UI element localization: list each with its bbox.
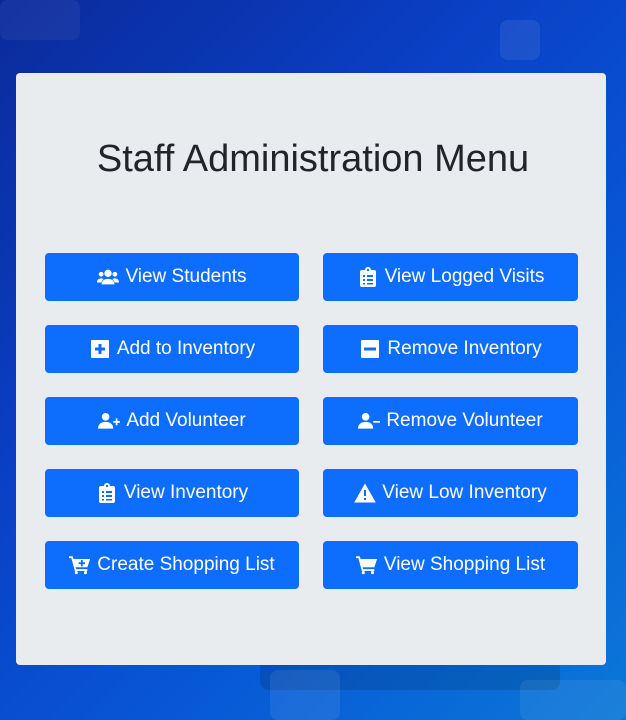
view-inventory-label: View Inventory <box>123 482 249 503</box>
view-logged-visits-button[interactable]: View Logged Visits <box>323 253 578 301</box>
background-tile <box>0 0 80 40</box>
remove-inventory-button[interactable]: Remove Inventory <box>323 325 578 373</box>
view-students-label: View Students <box>125 266 247 287</box>
view-low-inventory-button[interactable]: View Low Inventory <box>323 469 578 517</box>
minus-square-icon <box>359 339 381 359</box>
warning-triangle-icon <box>354 483 377 503</box>
cart-plus-icon <box>69 555 91 575</box>
menu-button-grid: View Students View Logged Visits Add to … <box>45 253 578 589</box>
remove-volunteer-button[interactable]: Remove Volunteer <box>323 397 578 445</box>
remove-volunteer-label: Remove Volunteer <box>386 410 543 431</box>
clipboard-list-icon <box>357 267 379 287</box>
view-logged-visits-label: View Logged Visits <box>384 266 545 287</box>
page-title: Staff Administration Menu <box>96 138 530 180</box>
plus-square-icon <box>89 339 111 359</box>
add-volunteer-label: Add Volunteer <box>126 410 246 431</box>
add-to-inventory-button[interactable]: Add to Inventory <box>45 325 299 373</box>
users-icon <box>97 267 120 287</box>
create-shopping-list-button[interactable]: Create Shopping List <box>45 541 299 589</box>
view-inventory-button[interactable]: View Inventory <box>45 469 299 517</box>
view-shopping-list-label: View Shopping List <box>383 554 546 575</box>
cart-icon <box>355 555 378 575</box>
view-low-inventory-label: View Low Inventory <box>382 482 547 503</box>
user-minus-icon <box>358 411 381 431</box>
background-tile <box>270 670 340 720</box>
view-shopping-list-button[interactable]: View Shopping List <box>323 541 578 589</box>
remove-inventory-label: Remove Inventory <box>387 338 542 359</box>
add-volunteer-button[interactable]: Add Volunteer <box>45 397 299 445</box>
user-plus-icon <box>98 411 121 431</box>
add-to-inventory-label: Add to Inventory <box>116 338 256 359</box>
background-tile <box>500 20 540 60</box>
background-tile <box>520 680 626 720</box>
clipboard-list-icon <box>96 483 118 503</box>
view-students-button[interactable]: View Students <box>45 253 299 301</box>
create-shopping-list-label: Create Shopping List <box>97 554 275 575</box>
